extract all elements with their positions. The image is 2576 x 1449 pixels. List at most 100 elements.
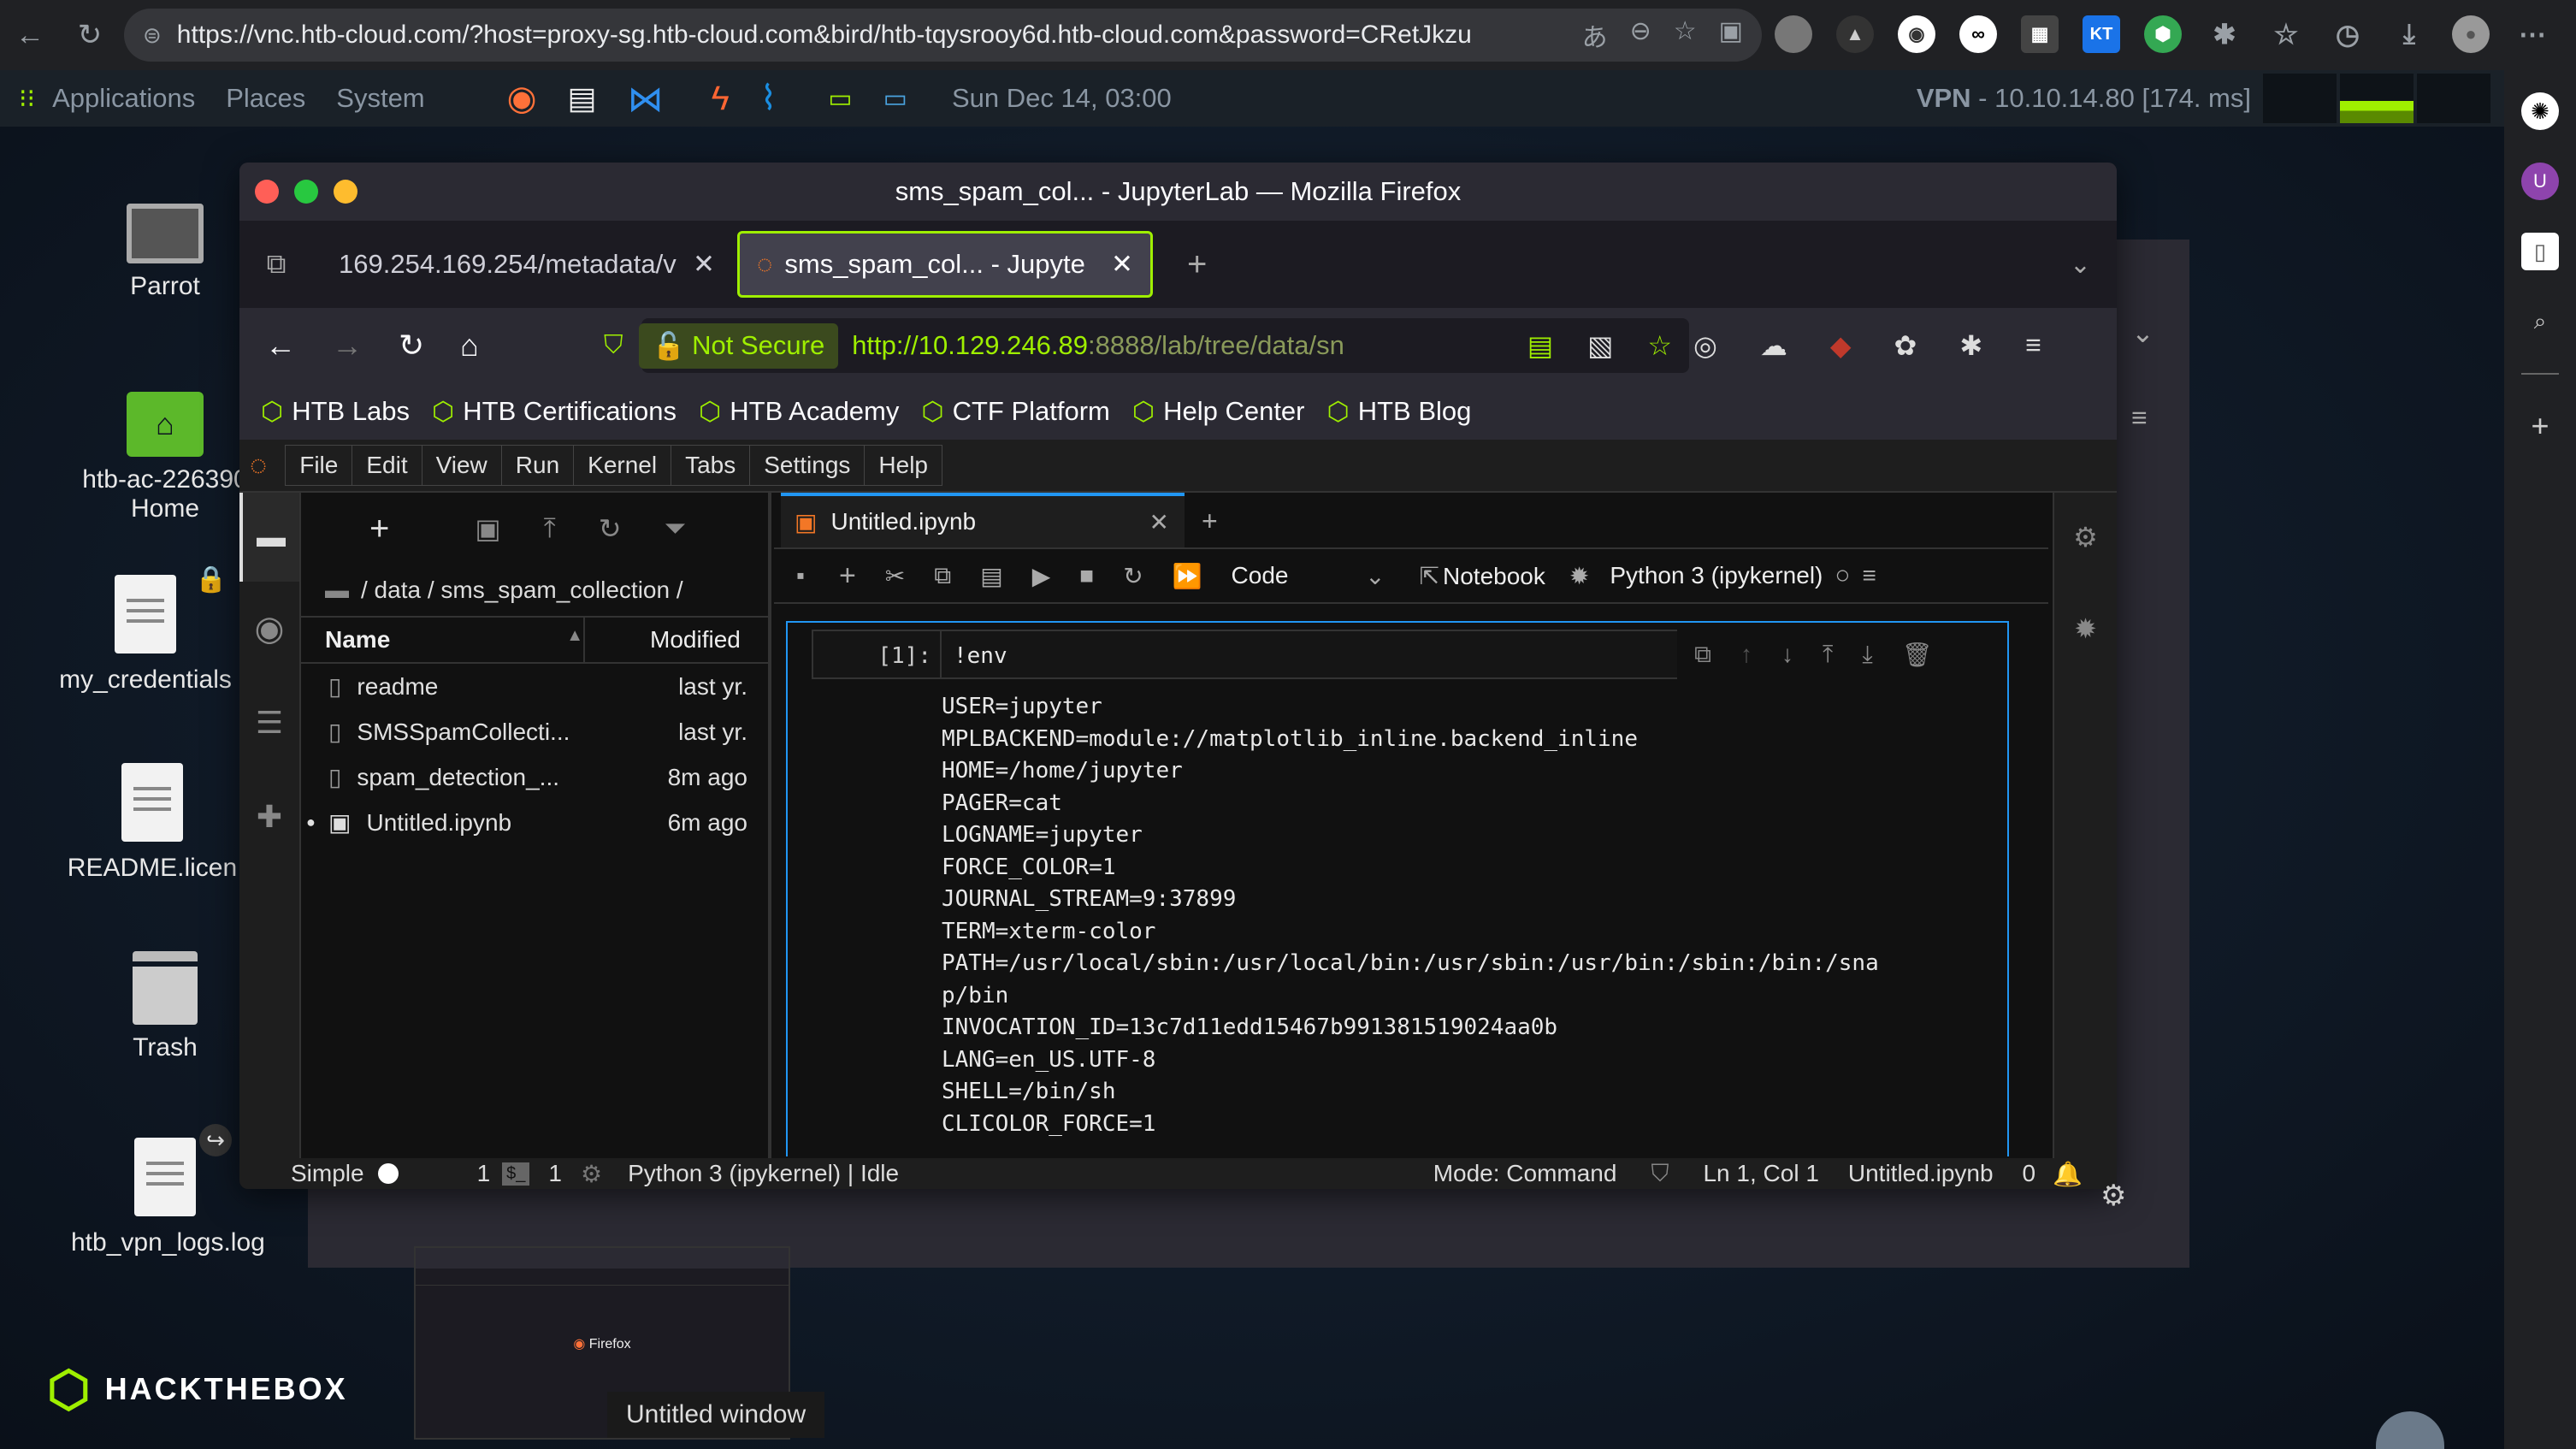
places-menu[interactable]: Places <box>226 83 305 114</box>
menu-run[interactable]: Run <box>500 445 575 486</box>
powershell-launcher-icon[interactable]: ▭ <box>883 84 907 114</box>
cell-editor[interactable]: !env <box>942 630 1677 679</box>
not-secure-badge[interactable]: 🔓 Not Secure <box>638 322 839 369</box>
extension-icon[interactable] <box>1775 15 1812 53</box>
new-folder-icon[interactable]: ▣ <box>475 512 500 545</box>
back-icon[interactable]: ← <box>265 328 296 364</box>
kernel-status-text[interactable]: Python 3 (ipykernel) | Idle <box>628 1160 899 1187</box>
desktop-icon-parrot[interactable]: Parrot <box>71 204 259 301</box>
upload-icon[interactable]: ⤒ <box>544 512 556 545</box>
list-all-tabs-icon[interactable]: ⌄ <box>2070 250 2091 280</box>
stop-icon[interactable]: ■ <box>1079 562 1094 589</box>
menu-icon[interactable]: ≡ <box>2131 402 2148 434</box>
page-icon[interactable]: ▯ <box>2521 233 2559 270</box>
bookmark-htb-academy[interactable]: ⬡ HTB Academy <box>699 396 899 427</box>
bookmark-star-icon[interactable]: ☆ <box>1674 16 1697 54</box>
page-action-icon[interactable]: ▧ <box>1587 329 1613 362</box>
minimize-window-button[interactable] <box>334 180 357 204</box>
profile-avatar[interactable]: ● <box>2452 15 2490 53</box>
insert-below-icon[interactable]: ⤓ <box>1862 641 1872 669</box>
menu-view[interactable]: View <box>421 445 502 486</box>
open-notebook-button[interactable]: ⇱ Notebook <box>1420 562 1545 590</box>
file-row[interactable]: ▯ readme last yr. <box>301 664 768 709</box>
bookmark-htb-labs[interactable]: ⬡ HTB Labs <box>261 396 410 427</box>
extensions-icon[interactable]: ✱ <box>1959 329 1982 362</box>
save-icon[interactable]: ▪ <box>796 562 805 589</box>
close-tab-icon[interactable]: ✕ <box>1111 249 1133 280</box>
applications-menu[interactable]: Applications <box>52 83 195 114</box>
menu-kernel[interactable]: Kernel <box>573 445 672 486</box>
paste-icon[interactable]: ▤ <box>980 562 1002 590</box>
account-icon[interactable]: ◎ <box>1693 329 1717 362</box>
extension-icon[interactable]: ∞ <box>1959 15 1997 53</box>
notification-count[interactable]: 0 <box>2023 1160 2036 1187</box>
extension-icon[interactable]: ⬢ <box>2144 15 2182 53</box>
burp-launcher-icon[interactable]: ϟ <box>712 80 730 118</box>
wireshark-launcher-icon[interactable]: ⌇ <box>760 79 777 118</box>
translate-icon[interactable]: あ <box>1582 16 1608 54</box>
menu-file[interactable]: File <box>285 445 353 486</box>
tab-untitled-ipynb[interactable]: ▣ Untitled.ipynb ✕ <box>781 493 1185 547</box>
bell-icon[interactable]: 🔔 <box>2053 1160 2083 1188</box>
desktop-icon-trash[interactable]: Trash <box>71 951 259 1062</box>
bookmark-star-icon[interactable]: ☆ <box>1647 329 1672 362</box>
expand-icon[interactable]: ⌄ <box>2131 316 2154 349</box>
restart-icon[interactable]: ↻ <box>1123 562 1143 590</box>
file-browser-icon[interactable]: ▬ <box>239 493 299 582</box>
desktop-icon-home[interactable]: ⌂ htb-ac-226390 Home <box>71 392 259 523</box>
cursor-position[interactable]: Ln 1, Col 1 <box>1703 1160 1818 1187</box>
notebook-menu-icon[interactable]: ≡ <box>1863 562 1876 589</box>
tab-metadata[interactable]: 169.254.169.254/metadata/v ✕ <box>322 231 732 298</box>
home-icon[interactable]: ⌂ <box>460 328 479 364</box>
cookie-icon[interactable]: ✿ <box>1894 329 1917 362</box>
download-icon[interactable]: ⤓ <box>2390 15 2428 53</box>
folder-icon[interactable]: ▬ <box>325 577 349 604</box>
forward-icon[interactable]: → <box>332 328 363 364</box>
new-tab-icon[interactable]: + <box>1202 506 1218 537</box>
refresh-icon[interactable]: ↻ <box>599 512 622 545</box>
kernel-name[interactable]: Python 3 (ipykernel) <box>1610 562 1823 589</box>
file-row[interactable]: ▯ spam_detection_... 8m ago <box>301 754 768 800</box>
apps-grid-icon[interactable]: ⁝⁝ <box>19 84 35 114</box>
menu-edit[interactable]: Edit <box>352 445 422 486</box>
run-all-icon[interactable]: ⏩ <box>1173 562 1202 590</box>
tab-jupyterlab[interactable]: ◌ sms_spam_col... - Jupyte ✕ <box>737 231 1153 298</box>
menu-help[interactable]: Help <box>864 445 943 486</box>
kt-extension-icon[interactable]: KT <box>2083 15 2120 53</box>
tab-search-icon[interactable]: ▣ <box>1719 16 1743 54</box>
desktop-icon-credentials[interactable]: 🔒 my_credentials <box>51 565 239 695</box>
bookmark-htb-blog[interactable]: ⬡ HTB Blog <box>1327 396 1472 427</box>
back-icon[interactable]: ← <box>0 19 60 52</box>
menu-icon[interactable]: ≡ <box>2025 329 2041 362</box>
bookmark-help-center[interactable]: ⬡ Help Center <box>1132 396 1305 427</box>
ublock-icon[interactable]: ◆ <box>1830 329 1852 362</box>
tab-list-icon[interactable]: ⧉ <box>239 248 313 281</box>
extension-icon[interactable]: ◉ <box>1898 15 1935 53</box>
extensions-puzzle-icon[interactable]: ✱ <box>2206 15 2243 53</box>
extension-icon[interactable]: ▦ <box>2021 15 2059 53</box>
move-down-icon[interactable]: ↓ <box>1781 641 1793 669</box>
add-icon[interactable]: + <box>2521 407 2559 445</box>
breadcrumb-path[interactable]: / data / sms_spam_collection / <box>361 577 683 604</box>
zoom-icon[interactable]: ⊖ <box>1630 16 1651 54</box>
menu-icon[interactable]: ⋯ <box>2514 15 2551 53</box>
column-name-header[interactable]: Name ▲ <box>301 626 583 654</box>
delete-cell-icon[interactable]: 🗑 <box>1902 641 1933 669</box>
insert-cell-icon[interactable]: + <box>839 559 856 593</box>
new-tab-icon[interactable]: + <box>1187 245 1207 284</box>
run-icon[interactable]: ▶ <box>1032 562 1051 590</box>
tracking-shield-icon[interactable]: ⛉ <box>604 331 623 360</box>
history-icon[interactable]: ◷ <box>2329 15 2366 53</box>
container-icon[interactable]: ☁ <box>1760 329 1787 362</box>
file-row[interactable]: ● ▣ Untitled.ipynb 6m ago <box>301 800 768 845</box>
settings-gear-icon[interactable]: ⚙ <box>2100 1179 2126 1213</box>
simple-mode-toggle[interactable] <box>377 1163 399 1184</box>
insert-above-icon[interactable]: ⤒ <box>1823 641 1833 669</box>
cell-type-select[interactable]: Code ⌄ <box>1232 562 1385 590</box>
bookmark-htb-certifications[interactable]: ⬡ HTB Certifications <box>432 396 676 427</box>
duplicate-cell-icon[interactable]: ⧉ <box>1694 641 1711 669</box>
copy-icon[interactable]: ⧉ <box>934 562 951 590</box>
table-of-contents-icon[interactable]: ☰ <box>239 676 299 770</box>
terminal-count[interactable]: 1 <box>477 1160 491 1187</box>
code-cell[interactable]: [1]: !env ⧉ ↑ ↓ ⤒ ⤓ 🗑 USER=jupyter MPLBAC… <box>786 621 2009 1156</box>
